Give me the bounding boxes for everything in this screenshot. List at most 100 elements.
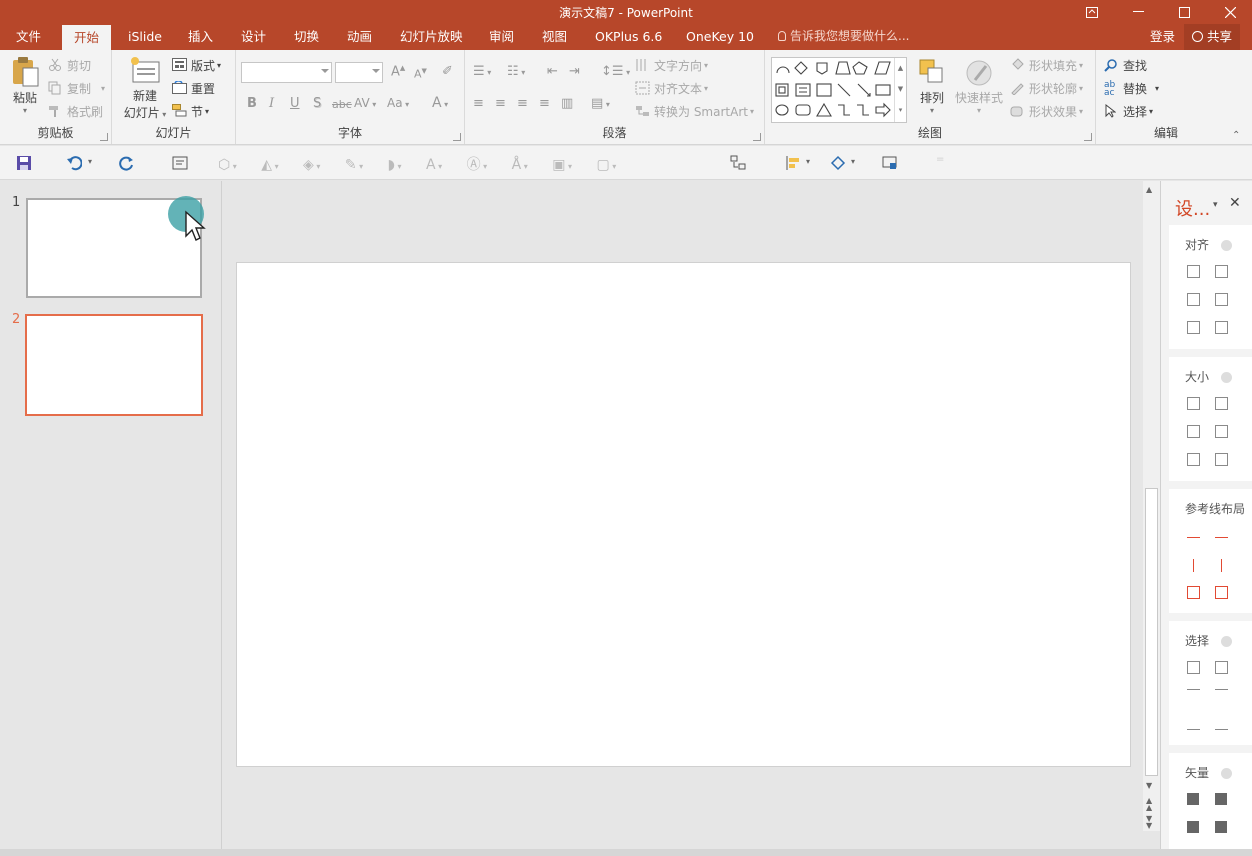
shape-fill-button[interactable]: 形状填充 ▾ — [1010, 57, 1083, 74]
next-slide-icon[interactable]: ▼ ▼ — [1146, 815, 1152, 830]
select-across-icon[interactable] — [1215, 689, 1228, 702]
select-below-icon[interactable] — [1187, 717, 1200, 730]
align-middle-shape-icon[interactable] — [1215, 293, 1228, 306]
tab-islide[interactable]: iSlide — [128, 24, 162, 50]
slide-sorter-icon[interactable] — [730, 155, 746, 171]
union-icon[interactable] — [1187, 793, 1199, 805]
select-same-icon[interactable] — [1187, 661, 1200, 674]
ribbon-display-options-icon[interactable] — [1072, 0, 1112, 24]
underline-button[interactable]: U — [290, 96, 300, 111]
format-painter-button[interactable]: 格式刷 — [48, 103, 103, 120]
scrollbar-thumb[interactable] — [1145, 488, 1158, 776]
shrink-font-icon[interactable]: A▼ — [414, 67, 427, 81]
pane-close-icon[interactable]: ✕ — [1229, 195, 1241, 211]
tab-animations[interactable]: 动画 — [347, 24, 372, 50]
tab-onekey[interactable]: OneKey 10 — [686, 24, 754, 50]
stretch-top-icon[interactable] — [1187, 453, 1200, 466]
tab-slideshow[interactable]: 幻灯片放映 — [400, 24, 463, 50]
find-button[interactable]: 查找 — [1104, 57, 1147, 74]
new-slide-button[interactable]: 新建 幻灯片 ▾ — [120, 56, 170, 121]
distribute-horizontal-icon[interactable] — [1187, 321, 1200, 334]
increase-indent-icon[interactable]: ⇥ — [569, 64, 580, 79]
align-right-icon[interactable]: ≡ — [517, 96, 528, 111]
shape-effects-button[interactable]: 形状效果 ▾ — [1010, 103, 1083, 120]
stretch-left-icon[interactable] — [1187, 425, 1200, 438]
align-center-icon[interactable]: ≡ — [495, 96, 506, 111]
strikethrough-button[interactable]: abc — [332, 98, 352, 111]
close-icon[interactable] — [1210, 0, 1250, 24]
quick-styles-button[interactable]: 快速样式 ▾ — [953, 58, 1005, 115]
character-spacing-button[interactable]: AV ▾ — [354, 96, 376, 110]
intersect-icon[interactable] — [1215, 821, 1227, 833]
columns-icon[interactable]: ▤ ▾ — [591, 96, 610, 111]
align-text-button[interactable]: 对齐文本 ▾ — [635, 80, 708, 97]
grow-font-icon[interactable]: A▲ — [391, 64, 405, 79]
align-dropdown-icon[interactable]: ▾ — [806, 157, 810, 166]
shape-format-dropdown-icon[interactable]: ▾ — [851, 157, 855, 166]
font-color-button[interactable]: A ▾ — [432, 95, 448, 111]
italic-button[interactable]: I — [269, 96, 274, 111]
font-size-combo[interactable] — [335, 62, 383, 83]
select-similar-icon[interactable] — [1215, 661, 1228, 674]
text-box-icon[interactable] — [172, 155, 188, 171]
shape-outline-button[interactable]: 形状轮廓 ▾ — [1010, 80, 1083, 97]
presenter-icon[interactable] — [882, 155, 898, 171]
tab-design[interactable]: 设计 — [241, 24, 266, 50]
align-left-shape-icon[interactable] — [1187, 265, 1200, 278]
bullets-icon[interactable]: ☰ ▾ — [473, 64, 491, 79]
paragraph-launcher-icon[interactable] — [753, 133, 761, 141]
slide-thumbnail-2-selected[interactable] — [25, 314, 203, 416]
fragment-icon[interactable] — [1187, 821, 1199, 833]
align-objects-icon[interactable] — [785, 155, 801, 171]
tab-insert[interactable]: 插入 — [188, 24, 213, 50]
tab-review[interactable]: 审阅 — [489, 24, 514, 50]
tell-me-search[interactable]: 告诉我您想要做什么... — [778, 24, 909, 50]
line-spacing-icon[interactable]: ↕☰ ▾ — [601, 64, 630, 79]
layout-button[interactable]: 版式 ▾ — [172, 57, 221, 74]
share-button[interactable]: 共享 — [1184, 24, 1241, 50]
paste-button[interactable]: 粘贴 ▾ — [8, 56, 42, 115]
reset-button[interactable]: 重置 — [172, 79, 215, 97]
scroll-up-icon[interactable]: ▲ — [1146, 185, 1152, 194]
bold-button[interactable]: B — [247, 96, 257, 111]
editor-vertical-scrollbar[interactable]: ▲ ▼ ▲ ▲ ▼ ▼ — [1143, 181, 1160, 831]
shapes-gallery[interactable]: ▲ ▼ ▾ — [771, 57, 907, 123]
previous-slide-icon[interactable]: ▲ ▲ — [1146, 797, 1152, 812]
pane-options-icon[interactable]: ▾ — [1213, 200, 1218, 210]
copy-button[interactable]: 复制 ▾ — [48, 80, 105, 97]
combine-icon[interactable] — [1215, 793, 1227, 805]
stretch-right-icon[interactable] — [1215, 425, 1228, 438]
tab-file[interactable]: 文件 — [16, 24, 41, 50]
tab-transitions[interactable]: 切换 — [294, 24, 319, 50]
guide-center-icon[interactable] — [1215, 537, 1228, 539]
slide-canvas[interactable] — [236, 262, 1131, 767]
collapse-ribbon-icon[interactable]: ⌃ — [1232, 130, 1240, 141]
scroll-down-icon[interactable]: ▼ — [1146, 781, 1152, 790]
change-case-button[interactable]: Aa ▾ — [387, 96, 409, 110]
guide-horizontal-icon[interactable] — [1187, 586, 1200, 599]
align-left-icon[interactable]: ≡ — [473, 96, 484, 111]
align-center-shape-icon[interactable] — [1215, 265, 1228, 278]
guide-top-icon[interactable] — [1193, 559, 1195, 572]
clear-formatting-icon[interactable]: ✐ — [442, 64, 453, 79]
qat-more-icon[interactable]: = — [936, 154, 944, 165]
minimize-icon[interactable] — [1118, 0, 1158, 24]
convert-smartart-button[interactable]: 转换为 SmartArt ▾ — [635, 103, 754, 120]
arrange-button[interactable]: 排列 ▾ — [915, 58, 949, 115]
numbering-icon[interactable]: ☷ ▾ — [507, 64, 525, 79]
shape-format-icon[interactable] — [830, 155, 846, 171]
maximize-icon[interactable] — [1164, 0, 1204, 24]
distribute-vertical-icon[interactable] — [1215, 321, 1228, 334]
save-icon[interactable] — [16, 155, 32, 171]
shadow-button[interactable]: S — [313, 96, 321, 111]
redo-icon[interactable] — [119, 155, 135, 171]
guide-vertical-icon[interactable] — [1215, 586, 1228, 599]
clipboard-launcher-icon[interactable] — [100, 133, 108, 141]
undo-dropdown-icon[interactable]: ▾ — [88, 157, 92, 166]
select-within-icon[interactable] — [1215, 717, 1228, 730]
tab-okplus[interactable]: OKPlus 6.6 — [595, 24, 662, 50]
guide-middle-icon[interactable] — [1221, 559, 1223, 572]
distributed-icon[interactable]: ▥ — [561, 96, 573, 111]
cut-button[interactable]: 剪切 — [48, 57, 91, 74]
login-link[interactable]: 登录 — [1150, 24, 1175, 49]
